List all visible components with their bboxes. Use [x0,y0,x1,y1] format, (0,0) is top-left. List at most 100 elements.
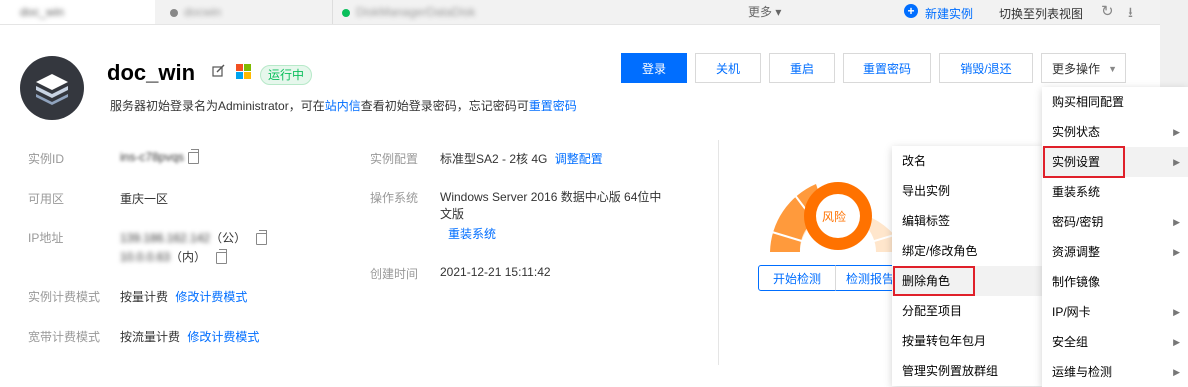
tab-label: DiskManagerDataDisk [356,5,476,19]
ip-label: IP地址 [28,231,64,245]
menu-item-instance-status[interactable]: 实例状态 ▶ [1042,117,1188,147]
modify-bandwidth-billing-link[interactable]: 修改计费模式 [187,330,259,344]
created-time-value: 2021-12-21 15:11:42 [440,265,551,279]
tab-docwin[interactable]: docwin [170,0,330,24]
menu-item-label: 资源调整 [1052,245,1101,259]
menu-item-delete-role[interactable]: 删除角色 [892,266,1043,296]
config-value: 标准型SA2 - 2核 4G 调整配置 [440,150,603,167]
tab-diskmanager[interactable]: DiskManagerDataDisk [342,0,562,24]
tab-doc-win[interactable]: doc_win [0,0,155,24]
tab-divider [332,0,333,24]
bandwidth-billing-text: 按流量计费 [120,330,181,344]
destroy-button[interactable]: 销毁/退还 [939,53,1033,83]
bandwidth-billing-value: 按流量计费 修改计费模式 [120,328,259,345]
public-ip: 139.186.162.142（公） [120,229,268,246]
billing-mode-value: 按量计费 修改计费模式 [120,288,247,305]
instance-id-text: ins-c78pvqs [120,150,185,164]
instance-name: doc_win [107,60,196,85]
instance-avatar [20,56,84,120]
menu-item-create-image[interactable]: 制作镜像 [1042,267,1188,297]
section-divider [718,140,719,365]
config-text: 标准型SA2 - 2核 4G [440,152,548,166]
switch-list-view-link[interactable]: 切换至列表视图 [999,5,1083,22]
reset-password-button[interactable]: 重置密码 [843,53,931,83]
hint-text: 服务器初始登录名为Administrator，可在 [110,99,325,113]
login-hint: 服务器初始登录名为Administrator，可在站内信查看初始登录密码，忘记密… [110,97,577,114]
menu-item-assign-project[interactable]: 分配至项目 [892,296,1043,326]
menu-item-label: 运维与检测 [1052,365,1113,379]
chevron-right-icon: ▶ [1173,247,1180,257]
menu-item-placement-group[interactable]: 管理实例置放群组 [892,356,1043,386]
menu-item-label: 实例状态 [1052,125,1101,139]
hint-text: 查看初始登录密码，忘记密码可 [360,99,529,113]
private-ip-text: 10.0.0.63 [120,250,171,264]
download-icon[interactable]: ⭳ [1128,2,1133,26]
menu-item-export-instance[interactable]: 导出实例 [892,176,1043,206]
menu-item-convert-to-monthly[interactable]: 按量转包年包月 [892,326,1043,356]
public-ip-tag: （公） [210,231,247,245]
more-actions-label: 更多操作 [1052,62,1101,76]
chevron-right-icon: ▶ [1173,127,1180,137]
zone-label: 可用区 [28,192,65,206]
billing-mode-label: 实例计费模式 [28,290,101,304]
menu-item-label: 密码/密钥 [1052,215,1104,229]
adjust-config-link[interactable]: 调整配置 [555,152,603,166]
tab-label: doc_win [20,5,65,19]
menu-item-label: IP/网卡 [1052,305,1091,319]
menu-item-reinstall-system[interactable]: 重装系统 [1042,177,1188,207]
zone-value: 重庆一区 [120,192,169,206]
windows-icon [236,64,252,80]
config-label: 实例配置 [370,152,419,166]
chevron-right-icon: ▶ [1173,217,1180,227]
menu-item-password-key[interactable]: 密码/密钥 ▶ [1042,207,1188,237]
plus-circle-icon[interactable]: + [904,4,918,18]
start-check-button[interactable]: 开始检测 [758,265,836,291]
modify-billing-link[interactable]: 修改计费模式 [175,290,247,304]
menu-item-instance-settings[interactable]: 实例设置 ▶ [1042,147,1188,177]
menu-item-resource-adjust[interactable]: 资源调整 ▶ [1042,237,1188,267]
menu-item-ops-monitoring[interactable]: 运维与检测 ▶ [1042,357,1188,387]
status-dot-icon [342,8,350,17]
chevron-right-icon: ▶ [1173,307,1180,317]
site-message-link[interactable]: 站内信 [325,99,361,113]
created-time-label: 创建时间 [370,267,419,281]
menu-item-label: 实例设置 [1052,155,1101,169]
menu-item-edit-tags[interactable]: 编辑标签 [892,206,1043,236]
edit-icon[interactable] [212,64,225,77]
restart-button[interactable]: 重启 [769,53,835,83]
copy-icon[interactable] [188,148,200,164]
chevron-down-icon: ▼ [1108,64,1117,74]
menu-item-ip-nic[interactable]: IP/网卡 ▶ [1042,297,1188,327]
instance-id-value: ins-c78pvqs [120,148,200,164]
shutdown-button[interactable]: 关机 [695,53,761,83]
copy-icon[interactable] [216,248,228,264]
menu-item-buy-same-config[interactable]: 购买相同配置 [1042,87,1188,117]
login-button[interactable]: 登录 [621,53,687,83]
copy-icon[interactable] [256,229,268,245]
tab-label: docwin [184,5,222,19]
status-dot-icon [6,9,14,17]
billing-mode-text: 按量计费 [120,290,169,304]
menu-item-rename[interactable]: 改名 [892,146,1043,176]
private-ip: 10.0.0.63（内） [120,248,228,265]
more-actions-button[interactable]: 更多操作 ▼ [1041,53,1126,83]
new-instance-link[interactable]: 新建实例 [925,5,973,22]
menu-item-security-group[interactable]: 安全组 ▶ [1042,327,1188,357]
public-ip-text: 139.186.162.142 [120,231,211,245]
menu-item-bind-role[interactable]: 绑定/修改角色 [892,236,1043,266]
instance-id-label: 实例ID [28,152,65,166]
os-label: 操作系统 [370,191,419,205]
menu-item-label: 安全组 [1052,335,1089,349]
refresh-icon[interactable]: ↻ [1101,2,1114,20]
private-ip-tag: （内） [170,250,207,264]
os-text-line2: 文版 [440,207,465,221]
instance-settings-submenu: 改名 导出实例 编辑标签 绑定/修改角色 删除角色 分配至项目 按量转包年包月 … [892,146,1043,386]
reinstall-os-link[interactable]: 重装系统 [448,225,496,242]
reset-password-link[interactable]: 重置密码 [529,99,577,113]
os-text-line1: Windows Server 2016 数据中心版 64位中 [440,190,662,204]
bandwidth-billing-label: 宽带计费模式 [28,330,101,344]
chevron-right-icon: ▶ [1173,367,1180,377]
risk-level-label: 风险 [822,210,847,224]
server-icon [36,74,68,105]
tabs-more-dropdown[interactable]: 更多 ▾ [748,0,781,24]
